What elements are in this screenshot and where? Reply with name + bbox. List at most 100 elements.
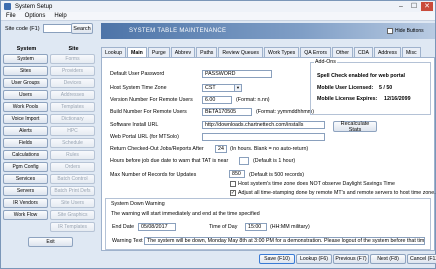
version-input[interactable]: 6.00: [202, 96, 232, 104]
dst-checkbox[interactable]: [230, 181, 236, 187]
tab-paths[interactable]: Paths: [196, 47, 218, 57]
dst-checkbox-row[interactable]: Host system's time zone does NOT observe…: [230, 181, 395, 187]
sidebar-orders-button[interactable]: Orders: [50, 162, 95, 172]
system-down-note: The warning will start immediately and e…: [111, 211, 260, 217]
sidebar-sites-button[interactable]: Sites: [3, 66, 48, 76]
sidebar-templates-button[interactable]: Templates: [50, 102, 95, 112]
time-of-day-input[interactable]: 15:00: [245, 223, 267, 231]
sidebar-rules-button[interactable]: Rules: [50, 150, 95, 160]
lookup-button[interactable]: Lookup (F6): [296, 254, 332, 264]
tat-warning-label: Hours before job due date to warn that T…: [110, 158, 229, 164]
spellcheck-status: Spell Check enabled for web portal: [317, 73, 406, 79]
sidebar-providers-button[interactable]: Providers: [50, 66, 95, 76]
previous-button[interactable]: Previous (F7): [333, 254, 369, 264]
minimize-button[interactable]: –: [395, 2, 407, 11]
sidebar-servers-button[interactable]: Servers: [3, 186, 48, 196]
sidebar-forms-button[interactable]: Forms: [50, 54, 95, 64]
addons-legend: Add-Ons: [314, 59, 337, 65]
max-records-hint: (Default is 500 records): [249, 172, 305, 178]
close-button[interactable]: ✕: [421, 2, 433, 11]
sidebar-fields-button[interactable]: Fields: [3, 138, 48, 148]
sidebar-site-users-button[interactable]: Site Users: [50, 198, 95, 208]
tab-lookup[interactable]: Lookup: [101, 47, 127, 57]
return-jobs-input[interactable]: 24: [215, 145, 227, 153]
tab-main[interactable]: Main: [127, 47, 147, 57]
max-records-input[interactable]: 850: [229, 170, 245, 178]
main-tab-panel: Default User Password PASSWORD Host Syst…: [101, 57, 436, 251]
timezone-label: Host System Time Zone: [110, 85, 167, 91]
save-button[interactable]: Save (F10): [259, 254, 295, 264]
adjust-timestamp-label: Adjust all time-stamping done by remote …: [238, 190, 436, 196]
menu-options[interactable]: Options: [25, 13, 46, 19]
hide-buttons-checkbox[interactable]: [387, 28, 393, 34]
title-bar: System Setup – ☐ ✕: [1, 1, 435, 12]
warning-text-label: Warning Text: [112, 238, 143, 244]
build-input[interactable]: BETA170505: [202, 108, 252, 116]
sidebar-site-graphics-button[interactable]: Site Graphics: [50, 210, 95, 220]
sidebar-alerts-button[interactable]: Alerts: [3, 126, 48, 136]
site-code-input[interactable]: [42, 24, 73, 33]
sidebar-services-button[interactable]: Services: [3, 174, 48, 184]
sidebar-voice-import-button[interactable]: Voice Import: [3, 114, 48, 124]
site-code-label: Site code (F1): [5, 25, 40, 32]
tab-misc[interactable]: Misc: [401, 47, 421, 57]
sidebar-ir-templates-button[interactable]: IR Templates: [50, 222, 95, 232]
tab-work-types[interactable]: Work Types: [264, 47, 300, 57]
menu-file[interactable]: File: [6, 13, 16, 19]
mobile-expires-value: 12/16/2099: [384, 96, 411, 102]
sidebar-calculations-button[interactable]: Calculations: [3, 150, 48, 160]
tab-qa-errors[interactable]: QA Errors: [300, 47, 332, 57]
sidebar-hpc-button[interactable]: HPC: [50, 126, 95, 136]
web-portal-label: Web Portal URL (for MTSolo): [110, 134, 179, 140]
mobile-expires-label: Mobile License Expires:: [317, 96, 378, 102]
adjust-timestamp-checkbox-row[interactable]: ✓ Adjust all time-stamping done by remot…: [230, 190, 436, 196]
end-date-label: End Date: [112, 224, 135, 230]
cancel-button[interactable]: Cancel (F12): [407, 254, 436, 264]
max-records-label: Max Number of Records for Updates: [110, 172, 197, 178]
warning-text-input[interactable]: The system will be down, Monday May 8th …: [144, 237, 425, 245]
timezone-value: CST: [205, 85, 216, 91]
next-button[interactable]: Next (F8): [370, 254, 406, 264]
tat-warning-hint: (Default is 1 hour): [253, 158, 296, 164]
sidebar-ir-vendors-button[interactable]: IR Vendors: [3, 198, 48, 208]
tab-address[interactable]: Address: [373, 47, 401, 57]
default-password-input[interactable]: PASSWORD: [202, 70, 272, 78]
hide-buttons-toggle[interactable]: Hide Buttons: [387, 28, 424, 34]
site-column-header: Site: [68, 46, 79, 52]
sidebar-batch-print-defs-button[interactable]: Batch Print Defs: [50, 186, 95, 196]
build-label: Build Number For Remote Users: [110, 109, 187, 115]
sidebar-addresses-button[interactable]: Addresses: [50, 90, 95, 100]
tab-cda[interactable]: CDA: [354, 47, 373, 57]
tab-review-queues[interactable]: Review Queues: [218, 47, 264, 57]
timezone-select[interactable]: CST ▼: [202, 84, 242, 92]
sidebar-devices-button[interactable]: Devices: [50, 78, 95, 88]
sidebar-batch-control-button[interactable]: Batch Control: [50, 174, 95, 184]
banner: SYSTEM TABLE MAINTENANCE: [101, 23, 435, 39]
sidebar-system-button[interactable]: System: [3, 54, 48, 64]
web-portal-input[interactable]: [202, 133, 325, 141]
install-url-input[interactable]: http://downloads.chartnettech.com/instal…: [202, 121, 325, 129]
tab-abbrev[interactable]: Abbrev: [170, 47, 196, 57]
end-date-input[interactable]: 05/08/2017: [138, 223, 176, 231]
recalculate-stats-button[interactable]: Recalculate Stats: [333, 121, 377, 133]
return-jobs-hint: (In hours. Blank = no auto-return): [230, 146, 309, 152]
sidebar-users-button[interactable]: Users: [3, 90, 48, 100]
search-button[interactable]: Search: [71, 23, 93, 34]
menu-help[interactable]: Help: [54, 13, 66, 19]
tab-other[interactable]: Other: [332, 47, 353, 57]
chevron-down-icon: ▼: [234, 85, 241, 91]
sidebar-user-groups-button[interactable]: User Groups: [3, 78, 48, 88]
sidebar-pgm-config-button[interactable]: Pgm Config: [3, 162, 48, 172]
tab-purge[interactable]: Purge: [147, 47, 170, 57]
exit-button[interactable]: Exit: [28, 237, 73, 247]
sidebar-work-pools-button[interactable]: Work Pools: [3, 102, 48, 112]
adjust-timestamp-checkbox[interactable]: ✓: [230, 190, 236, 196]
mobile-users-value: 5 / 50: [379, 85, 393, 91]
sidebar-dictionary-button[interactable]: Dictionary: [50, 114, 95, 124]
system-column-header: System: [16, 46, 37, 52]
version-label: Version Number For Remote Users: [110, 97, 193, 103]
sidebar-schedule-button[interactable]: Schedule: [50, 138, 95, 148]
tat-warning-input[interactable]: [239, 157, 249, 165]
maximize-button[interactable]: ☐: [408, 2, 420, 11]
sidebar-work-flow-button[interactable]: Work Flow: [3, 210, 48, 220]
